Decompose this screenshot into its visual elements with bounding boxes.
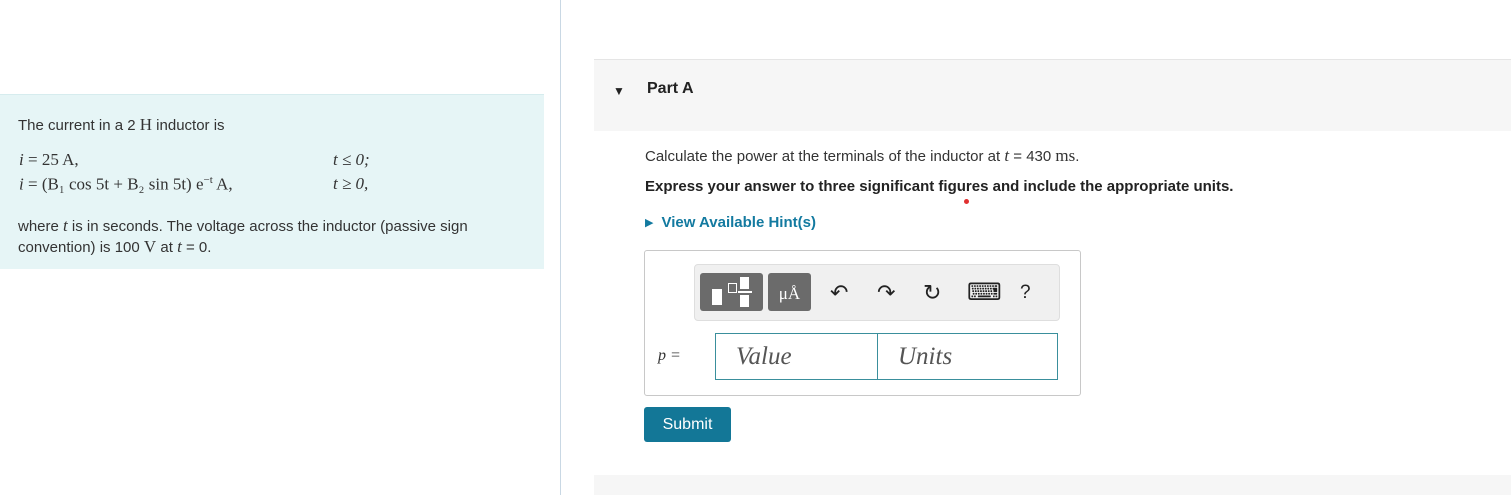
tail-text-3: at (156, 239, 178, 256)
equation-2-condition: t ≥ 0, (333, 174, 369, 193)
units-input[interactable] (877, 333, 1058, 380)
next-part-band (594, 475, 1511, 495)
reset-icon[interactable]: ↻ (923, 281, 941, 305)
expand-arrow-icon: ▶ (645, 217, 654, 229)
submit-button[interactable]: Submit (644, 407, 731, 442)
view-hints-link[interactable]: ▶ View Available Hint(s) (645, 214, 816, 231)
problem-intro: The current in a 2 H inductor is (18, 115, 225, 135)
equation-2: i = (B₁ cos 5t + B₂ sin 5t) e−t A, (19, 174, 233, 195)
column-divider (560, 0, 561, 495)
keyboard-icon[interactable]: ⌨ (967, 281, 1002, 305)
instruction-text: Express your answer to three significant… (645, 178, 1234, 195)
eq2-rhs: = (B₁ cos 5t + B₂ sin 5t) e (23, 174, 204, 194)
hints-label: View Available Hint(s) (661, 214, 816, 231)
units-icon[interactable]: μÅ (768, 273, 811, 311)
tail-text-1: where (18, 218, 64, 235)
question-value: = 430 (1009, 148, 1056, 165)
question-prefix: Calculate the power at the terminals of … (645, 148, 1005, 165)
volt-unit: V (143, 237, 157, 256)
tail-text-4: = 0. (181, 239, 212, 256)
templates-icon[interactable] (700, 273, 763, 311)
part-a-header[interactable]: ▼ Part A (594, 59, 1511, 131)
cursor-dot (964, 199, 969, 204)
help-icon[interactable]: ? (1020, 281, 1031, 305)
eq2-tail: A, (212, 174, 233, 194)
answer-box: μÅ ↶ ↷ ↻ ⌨ ? p = (644, 250, 1081, 396)
problem-conditions: where t is in seconds. The voltage acros… (18, 216, 528, 258)
eq2-exponent: −t (203, 174, 213, 186)
part-title: Part A (647, 80, 694, 97)
henry-unit: H (139, 115, 153, 134)
question-suffix: . (1075, 148, 1080, 165)
question-unit: ms (1055, 146, 1076, 165)
eq1-rhs: = 25 A, (23, 150, 79, 169)
value-input[interactable] (715, 333, 896, 380)
template-block (740, 295, 749, 307)
answer-variable-label: p = (658, 347, 681, 364)
equation-1-condition: t ≤ 0; (333, 150, 370, 169)
undo-icon[interactable]: ↶ (830, 281, 848, 305)
question-text: Calculate the power at the terminals of … (645, 146, 1079, 166)
redo-icon[interactable]: ↷ (877, 281, 895, 305)
intro-text: The current in a 2 (18, 117, 140, 134)
equation-1: i = 25 A, (19, 150, 79, 170)
problem-statement: The current in a 2 H inductor is i = 25 … (0, 94, 544, 269)
tail-text-2: is in seconds. The voltage across the in… (18, 218, 468, 256)
template-block (712, 289, 722, 305)
template-block (740, 277, 749, 289)
template-block (738, 291, 752, 293)
collapse-caret-icon[interactable]: ▼ (613, 84, 625, 98)
intro-suffix: inductor is (152, 117, 225, 134)
template-block (728, 283, 737, 293)
math-toolbar: μÅ ↶ ↷ ↻ ⌨ ? (694, 264, 1060, 321)
